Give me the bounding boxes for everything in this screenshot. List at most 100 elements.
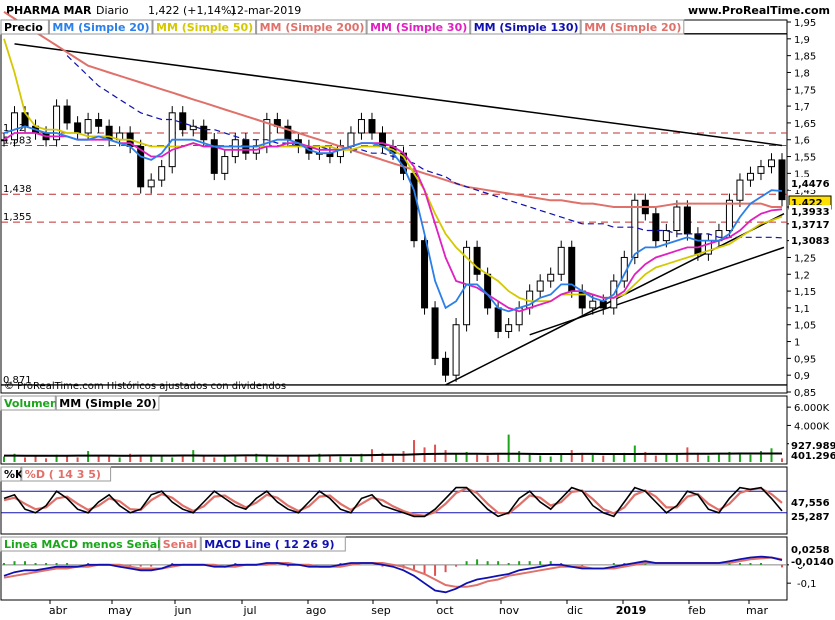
candle-body — [505, 324, 513, 332]
legend-label: %D ( 14 3 5) — [25, 468, 101, 481]
macd-tag-label: 0,0258 — [791, 545, 830, 556]
quote-label: 1,422 (+1,14%) — [148, 4, 236, 17]
candle-body — [652, 213, 660, 242]
candle-body — [210, 139, 218, 174]
candle-body — [347, 132, 355, 147]
candle-body — [74, 122, 82, 134]
candle-body — [631, 199, 639, 258]
price-y-tick-label: 1,05 — [794, 321, 816, 332]
legend-label: %K — [4, 468, 24, 481]
price-y-tick-label: 1,9 — [794, 35, 810, 46]
legend-label: Precio — [4, 21, 43, 34]
x-tick-label: feb — [688, 604, 706, 617]
candle-body — [484, 273, 492, 309]
price-y-tick-label: 1,8 — [794, 68, 810, 79]
macd-signal-line — [3, 556, 783, 588]
legend-label: MM (Simple 20) — [584, 21, 681, 34]
x-tick-label: abr — [49, 604, 68, 617]
candle-body — [0, 139, 8, 142]
legend-label: MM (Simple 50) — [156, 21, 253, 34]
legend-label: MM (Simple 130) — [474, 21, 579, 34]
ma200-line — [3, 11, 782, 208]
interval-label: Diario — [96, 4, 129, 17]
price-y-tick-label: 0,95 — [794, 354, 816, 365]
candle-body — [137, 145, 145, 188]
x-tick-label: may — [108, 604, 132, 617]
candle-body — [494, 307, 502, 332]
candle-body — [452, 324, 460, 376]
price-y-tick-label: 1,55 — [794, 153, 816, 164]
x-axis: abr may jun jul ago sep oct nov dic 2019 feb mar — [49, 600, 768, 617]
macd-tag-label: -0,0140 — [791, 557, 834, 568]
price-y-tick-label: 0,9 — [794, 371, 810, 382]
price-tag-label: 1,3933 — [791, 207, 830, 218]
ma20-line — [3, 125, 783, 313]
x-tick-label: jun — [174, 604, 192, 617]
price-y-tick-label: 1,25 — [794, 253, 816, 264]
price-y-tick-label: 1,6 — [794, 136, 810, 147]
candle-body — [231, 139, 239, 158]
level-label: 1,438 — [3, 184, 32, 195]
chart-canvas: PHARMA MAR Diario 1,422 (+1,14%) 12-mar-… — [0, 4, 835, 617]
volume-y-tick-label: 6.000K — [794, 403, 830, 414]
x-tick-label: ago — [306, 604, 327, 617]
candle-body — [200, 125, 208, 141]
candle-body — [11, 112, 19, 141]
price-y-tick-label: 1,1 — [794, 304, 810, 315]
candle-body — [84, 119, 92, 134]
price-y-tick-label: 1 — [794, 338, 800, 349]
footnote: © ProRealTime.com Históricos ajustados c… — [4, 380, 286, 392]
price-y-tick-label: 0,85 — [794, 388, 816, 399]
candle-body — [694, 233, 702, 255]
resistance-trendline — [14, 43, 783, 147]
chart-stage: PHARMA MAR Diario 1,422 (+1,14%) 12-mar-… — [0, 0, 835, 620]
instrument-name: PHARMA MAR — [6, 4, 92, 17]
volume-panel: 6.000K4.000K2.000K927.989401.296 — [3, 403, 835, 462]
candle-body — [442, 357, 450, 376]
volume-ma-line — [4, 452, 782, 457]
volume-y-tick-label: 4.000K — [794, 421, 830, 432]
legend-label: MM (Simple 20) — [59, 397, 156, 410]
legend-label: MACD Line ( 12 26 9) — [204, 538, 334, 551]
candle-body — [53, 105, 61, 141]
candle-body — [589, 300, 597, 309]
level-label: 1,355 — [3, 212, 32, 223]
x-tick-label: mar — [746, 604, 768, 617]
price-y-tick-label: 1,95 — [794, 18, 816, 29]
candle-body — [431, 307, 439, 359]
macd-line — [3, 555, 783, 594]
x-tick-label: jul — [242, 604, 256, 617]
date-label: 12-mar-2019 — [230, 4, 301, 17]
price-y-tick-label: 1,15 — [794, 287, 816, 298]
candle-body — [673, 206, 681, 232]
candle-body — [147, 179, 155, 188]
candle-body — [357, 119, 365, 134]
stoch-tag-label: 25,287 — [791, 512, 830, 523]
price-y-tick-label: 1,65 — [794, 119, 816, 130]
price-y-tick-label: 1,75 — [794, 85, 816, 96]
legend-label: MM (Simple 200) — [260, 21, 365, 34]
price-y-tick-label: 1,2 — [794, 270, 810, 281]
candle-body — [63, 105, 71, 124]
x-tick-label: 2019 — [616, 604, 647, 617]
legend-label: MM (Simple 30) — [370, 21, 467, 34]
support-trendline-2 — [529, 246, 785, 336]
candle-body — [536, 280, 544, 292]
candle-body — [179, 112, 187, 131]
candle-body — [778, 159, 786, 201]
stoch-tag-label: 47,556 — [791, 498, 830, 509]
candle-body — [95, 119, 103, 127]
legend-label: Volumen — [4, 397, 58, 410]
stoch-panel: 47,556 25,287 — [1, 486, 833, 523]
candle-body — [158, 166, 166, 181]
volume-tag-label: 401.296 — [791, 451, 835, 462]
legend-label: Linea MACD menos Señal — [4, 538, 161, 551]
price-y-tick-label: 1,85 — [794, 52, 816, 63]
candle-body — [557, 246, 565, 275]
candle-body — [767, 159, 775, 168]
candle-body — [736, 179, 744, 201]
legends: Precio MM (Simple 20) MM (Simple 50) MM (Si… — [0, 19, 685, 552]
candle-body — [473, 246, 481, 275]
candle-body — [662, 230, 670, 242]
candle-body — [421, 240, 429, 309]
